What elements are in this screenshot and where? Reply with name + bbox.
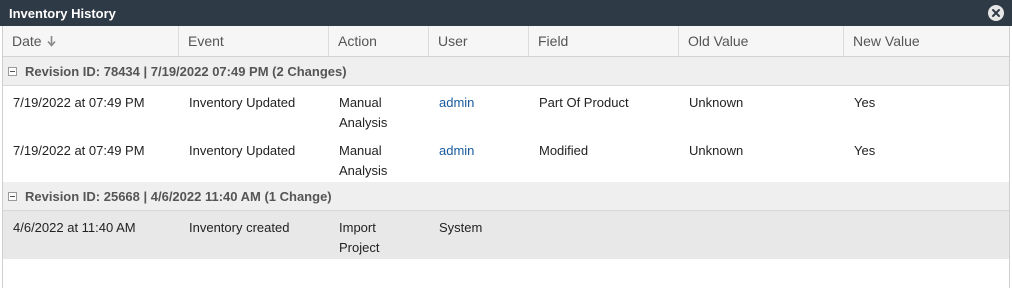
collapse-minus-icon[interactable] — [8, 66, 17, 76]
table-row[interactable]: 7/19/2022 at 07:49 PM Inventory Updated … — [3, 86, 1009, 134]
close-icon[interactable] — [988, 5, 1004, 21]
cell-new-value: Yes — [854, 143, 876, 158]
cell-user: admin — [429, 134, 529, 182]
cell-field: Modified — [539, 143, 589, 158]
column-header-date[interactable]: Date — [3, 26, 179, 56]
cell-action: Manual Analysis — [329, 134, 429, 182]
user-link[interactable]: admin — [439, 143, 474, 158]
cell-event: Inventory created — [189, 220, 290, 235]
table-row[interactable]: 4/6/2022 at 11:40 AM Inventory created I… — [3, 211, 1009, 259]
cell-action: Manual Analysis — [329, 86, 429, 134]
cell-date: 4/6/2022 at 11:40 AM — [13, 220, 136, 235]
column-header-user[interactable]: User — [429, 26, 529, 56]
cell-event: Inventory Updated — [189, 95, 296, 110]
revision-group-header[interactable]: Revision ID: 78434 | 7/19/2022 07:49 PM … — [3, 57, 1009, 86]
cell-date: 7/19/2022 at 07:49 PM — [13, 95, 145, 110]
cell-event: Inventory Updated — [189, 143, 296, 158]
cell-field — [529, 211, 679, 259]
column-header-date-label: Date — [12, 33, 42, 49]
column-header-new-value[interactable]: New Value — [844, 26, 1009, 56]
cell-user: admin — [429, 86, 529, 134]
cell-action-line1: Import — [339, 220, 376, 235]
cell-field: Part Of Product — [539, 95, 629, 110]
cell-old-value: Unknown — [689, 143, 744, 158]
cell-old-value — [679, 211, 844, 259]
cell-action-line2: Project — [339, 240, 380, 255]
table-row[interactable]: 7/19/2022 at 07:49 PM Inventory Updated … — [3, 134, 1009, 182]
history-grid: Date Event Action User Field Old Value N… — [2, 26, 1010, 288]
cell-action-line1: Manual — [339, 95, 382, 110]
sort-down-arrow-icon — [46, 35, 56, 47]
cell-new-value — [844, 211, 1009, 259]
cell-new-value: Yes — [854, 95, 876, 110]
cell-date: 7/19/2022 at 07:49 PM — [13, 143, 145, 158]
column-header-event[interactable]: Event — [179, 26, 329, 56]
cell-action-line2: Analysis — [339, 163, 388, 178]
cell-action-line2: Analysis — [339, 115, 388, 130]
collapse-minus-icon[interactable] — [8, 191, 17, 201]
inventory-history-window: Inventory History Date Event Action User — [0, 0, 1012, 288]
column-header-old-value[interactable]: Old Value — [679, 26, 844, 56]
cell-action: Import Project — [329, 211, 429, 259]
window-title: Inventory History — [9, 5, 116, 21]
cell-action-line1: Manual — [339, 143, 382, 158]
revision-group-label: Revision ID: 25668 | 4/6/2022 11:40 AM (… — [25, 188, 332, 204]
user-link[interactable]: admin — [439, 95, 474, 110]
column-header-field[interactable]: Field — [529, 26, 679, 56]
revision-group-label: Revision ID: 78434 | 7/19/2022 07:49 PM … — [25, 63, 347, 79]
grid-header: Date Event Action User Field Old Value N… — [3, 26, 1009, 57]
titlebar: Inventory History — [0, 0, 1012, 26]
revision-group-header[interactable]: Revision ID: 25668 | 4/6/2022 11:40 AM (… — [3, 182, 1009, 211]
cell-old-value: Unknown — [689, 95, 744, 110]
column-header-action[interactable]: Action — [329, 26, 429, 56]
cell-user: System — [439, 220, 483, 235]
